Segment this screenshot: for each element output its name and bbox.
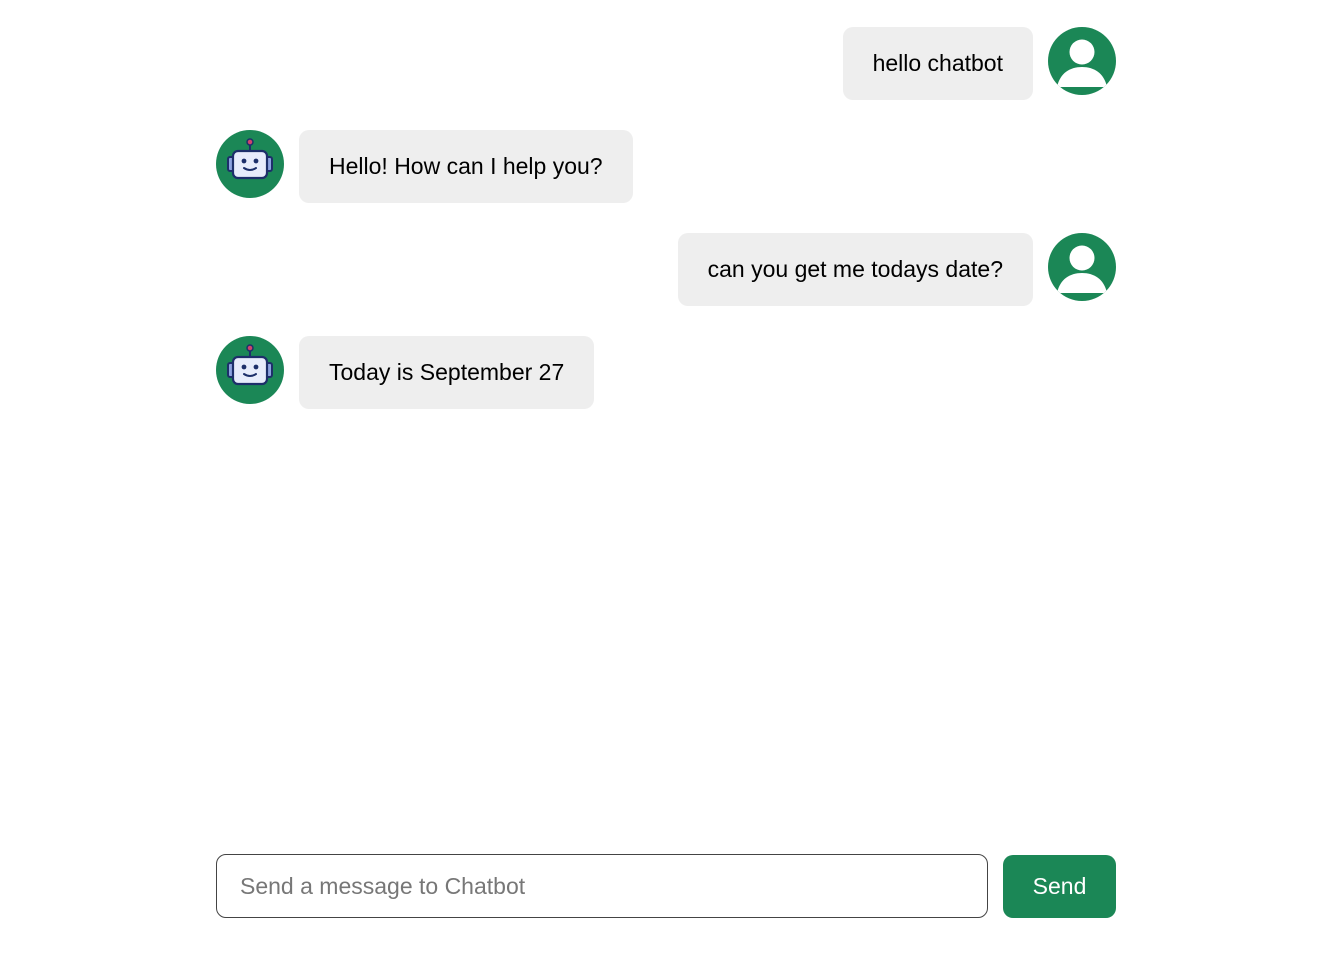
message-bubble: Today is September 27	[299, 336, 595, 409]
user-icon	[1048, 233, 1116, 301]
message-input[interactable]	[216, 854, 988, 918]
chatbot-app: hello chatbot Hello! How can I help you?…	[0, 0, 1335, 958]
message-row-bot: Today is September 27	[216, 336, 1116, 409]
message-row-user: hello chatbot	[216, 27, 1116, 100]
message-row-user: can you get me todays date?	[216, 233, 1116, 306]
robot-icon	[216, 336, 284, 404]
message-bubble: Hello! How can I help you?	[299, 130, 633, 203]
user-avatar	[1048, 27, 1116, 95]
message-bubble: can you get me todays date?	[677, 233, 1033, 306]
bot-avatar	[216, 336, 284, 404]
user-avatar	[1048, 233, 1116, 301]
message-composer: Send	[216, 854, 1116, 918]
bot-avatar	[216, 130, 284, 198]
message-bubble: hello chatbot	[842, 27, 1033, 100]
message-row-bot: Hello! How can I help you?	[216, 130, 1116, 203]
user-icon	[1048, 27, 1116, 95]
robot-icon	[216, 130, 284, 198]
send-button[interactable]: Send	[1003, 854, 1116, 918]
chat-log: hello chatbot Hello! How can I help you?…	[216, 27, 1116, 439]
